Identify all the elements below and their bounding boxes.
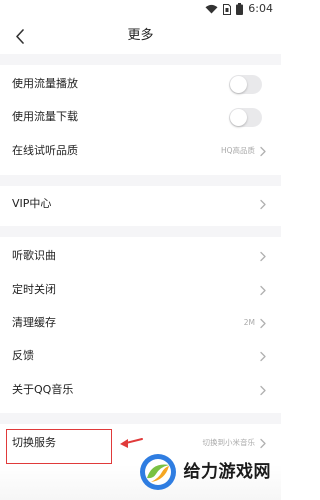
toggle-knob bbox=[230, 109, 247, 126]
setting-label: 使用流量下载 bbox=[12, 110, 78, 123]
stream-play-toggle[interactable] bbox=[229, 75, 262, 94]
setting-label: 使用流量播放 bbox=[12, 77, 78, 90]
status-icons: 6:04 bbox=[205, 2, 273, 16]
setting-row-feedback[interactable]: 反馈 bbox=[0, 340, 281, 373]
setting-label: 在线试听品质 bbox=[12, 144, 78, 157]
setting-label: VIP中心 bbox=[12, 197, 52, 210]
sim-card-icon bbox=[223, 3, 232, 15]
section-divider bbox=[0, 54, 281, 65]
header: 更多 bbox=[0, 18, 281, 54]
setting-label: 清理缓存 bbox=[12, 316, 56, 329]
chevron-right-icon bbox=[260, 285, 266, 296]
chevron-right-icon bbox=[260, 351, 266, 362]
setting-row-song-recognition[interactable]: 听歌识曲 bbox=[0, 240, 281, 273]
chevron-right-icon bbox=[260, 146, 266, 157]
setting-label: 关于QQ音乐 bbox=[12, 383, 74, 396]
battery-icon bbox=[236, 3, 244, 15]
status-bar: 6:04 bbox=[0, 0, 281, 18]
watermark-logo-icon bbox=[139, 454, 176, 490]
setting-row-sleep-timer[interactable]: 定时关闭 bbox=[0, 274, 281, 307]
chevron-right-icon bbox=[260, 199, 266, 210]
quality-value: HQ高品质 bbox=[220, 146, 255, 155]
setting-row-stream-play: 使用流量播放 bbox=[0, 68, 281, 101]
section-divider bbox=[0, 226, 281, 237]
toggle-knob bbox=[230, 76, 247, 93]
switch-service-value: 切换到小米音乐 bbox=[202, 438, 256, 447]
page-title: 更多 bbox=[127, 28, 154, 43]
status-time: 6:04 bbox=[248, 2, 273, 15]
chevron-right-icon bbox=[260, 438, 266, 449]
watermark: 给力游戏网 bbox=[138, 452, 272, 492]
cache-size-value: 2M bbox=[243, 318, 255, 327]
red-arrow-icon bbox=[120, 438, 143, 448]
section-divider bbox=[0, 175, 281, 186]
setting-row-clear-cache[interactable]: 清理缓存 2M bbox=[0, 307, 281, 340]
setting-row-online-quality[interactable]: 在线试听品质 HQ高品质 bbox=[0, 135, 281, 168]
chevron-right-icon bbox=[260, 318, 266, 329]
setting-label: 听歌识曲 bbox=[12, 249, 56, 262]
chevron-right-icon bbox=[260, 251, 266, 262]
setting-row-vip[interactable]: VIP中心 bbox=[0, 188, 281, 221]
highlight-box bbox=[6, 429, 112, 464]
watermark-text: 给力游戏网 bbox=[183, 462, 271, 482]
wifi-icon bbox=[205, 4, 218, 14]
setting-row-stream-download: 使用流量下载 bbox=[0, 101, 281, 134]
setting-label: 反馈 bbox=[12, 349, 34, 362]
setting-label: 定时关闭 bbox=[12, 283, 56, 296]
stream-download-toggle[interactable] bbox=[229, 108, 262, 127]
chevron-right-icon bbox=[260, 385, 266, 396]
setting-row-about[interactable]: 关于QQ音乐 bbox=[0, 374, 281, 407]
section-divider bbox=[0, 413, 281, 424]
